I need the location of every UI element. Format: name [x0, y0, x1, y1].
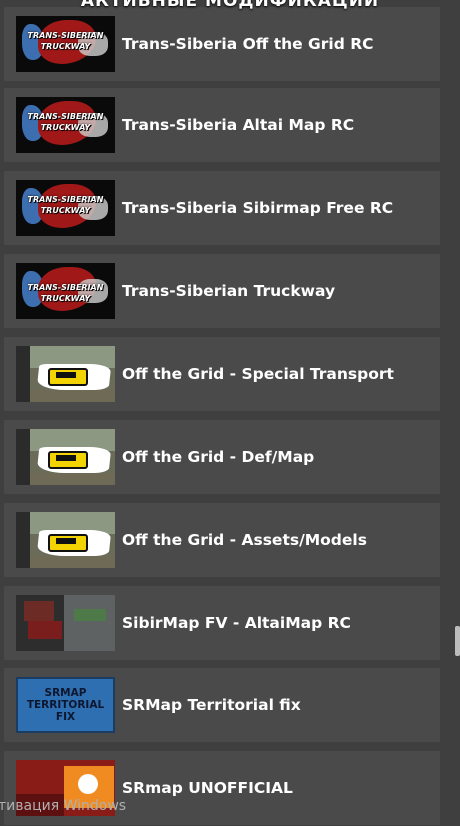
mod-title: Trans-Siberian Truckway	[122, 282, 336, 300]
mod-title: Off the Grid - Assets/Models	[122, 531, 367, 549]
mod-thumbnail: TRANS-SIBERIAN TRUCKWAY	[16, 97, 115, 153]
mod-title: Off the Grid - Special Transport	[122, 365, 394, 383]
mod-item-trans-siberia-sibirmap-free-rc[interactable]: TRANS-SIBERIAN TRUCKWAY Trans-Siberia Si…	[3, 170, 441, 246]
mod-title: SibirMap FV - AltaiMap RC	[122, 614, 351, 632]
mod-item-trans-siberian-truckway[interactable]: TRANS-SIBERIAN TRUCKWAY Trans-Siberian T…	[3, 253, 441, 329]
mod-item-off-the-grid-assets-models[interactable]: Off the Grid - Assets/Models	[3, 502, 441, 578]
mod-item-srmap-unofficial[interactable]: SRmap UNOFFICIAL	[3, 750, 441, 826]
mod-thumbnail	[16, 595, 115, 651]
panel-title: АКТИВНЫЕ МОДИФИКАЦИИ	[80, 0, 380, 11]
mod-title: Off the Grid - Def/Map	[122, 448, 315, 466]
off-the-grid-logo	[16, 429, 115, 485]
mod-item-trans-siberia-off-the-grid-rc[interactable]: TRANS-SIBERIAN TRUCKWAY Trans-Siberia Of…	[3, 6, 441, 82]
mod-title: Trans-Siberia Off the Grid RC	[122, 35, 374, 53]
mod-thumbnail: TRANS-SIBERIAN TRUCKWAY	[16, 16, 115, 72]
off-the-grid-logo	[16, 346, 115, 402]
trans-siberian-truckway-logo: TRANS-SIBERIAN TRUCKWAY	[16, 180, 115, 236]
mod-item-off-the-grid-def-map[interactable]: Off the Grid - Def/Map	[3, 419, 441, 495]
mod-title: Trans-Siberia Sibirmap Free RC	[122, 199, 394, 217]
mod-thumbnail	[16, 512, 115, 568]
mod-title: SRMap Territorial fix	[122, 696, 301, 714]
mod-item-srmap-territorial-fix[interactable]: SRMAP TERRITORIAL FIX SRMap Territorial …	[3, 667, 441, 743]
off-the-grid-logo	[16, 512, 115, 568]
mod-item-trans-siberia-altai-map-rc[interactable]: TRANS-SIBERIAN TRUCKWAY Trans-Siberia Al…	[3, 87, 441, 163]
trans-siberian-truckway-logo: TRANS-SIBERIAN TRUCKWAY	[16, 263, 115, 319]
sibirmap-collage	[16, 595, 115, 651]
mod-thumbnail: SRMAP TERRITORIAL FIX	[16, 677, 115, 733]
windows-activation-watermark: тивация Windows	[0, 798, 127, 814]
mod-list: TRANS-SIBERIAN TRUCKWAY Trans-Siberia Of…	[0, 0, 460, 826]
mod-title: Trans-Siberia Altai Map RC	[122, 116, 355, 134]
mod-thumbnail: TRANS-SIBERIAN TRUCKWAY	[16, 180, 115, 236]
scrollbar-handle[interactable]	[455, 626, 460, 656]
mod-title: SRmap UNOFFICIAL	[122, 779, 293, 797]
trans-siberian-truckway-logo: TRANS-SIBERIAN TRUCKWAY	[16, 16, 115, 72]
mod-thumbnail	[16, 429, 115, 485]
mod-item-sibirmap-fv-altaimap-rc[interactable]: SibirMap FV - AltaiMap RC	[3, 585, 441, 661]
mod-item-off-the-grid-special-transport[interactable]: Off the Grid - Special Transport	[3, 336, 441, 412]
srmap-territorial-fix-logo: SRMAP TERRITORIAL FIX	[16, 677, 115, 733]
trans-siberian-truckway-logo: TRANS-SIBERIAN TRUCKWAY	[16, 97, 115, 153]
mod-thumbnail: TRANS-SIBERIAN TRUCKWAY	[16, 263, 115, 319]
mod-thumbnail	[16, 346, 115, 402]
